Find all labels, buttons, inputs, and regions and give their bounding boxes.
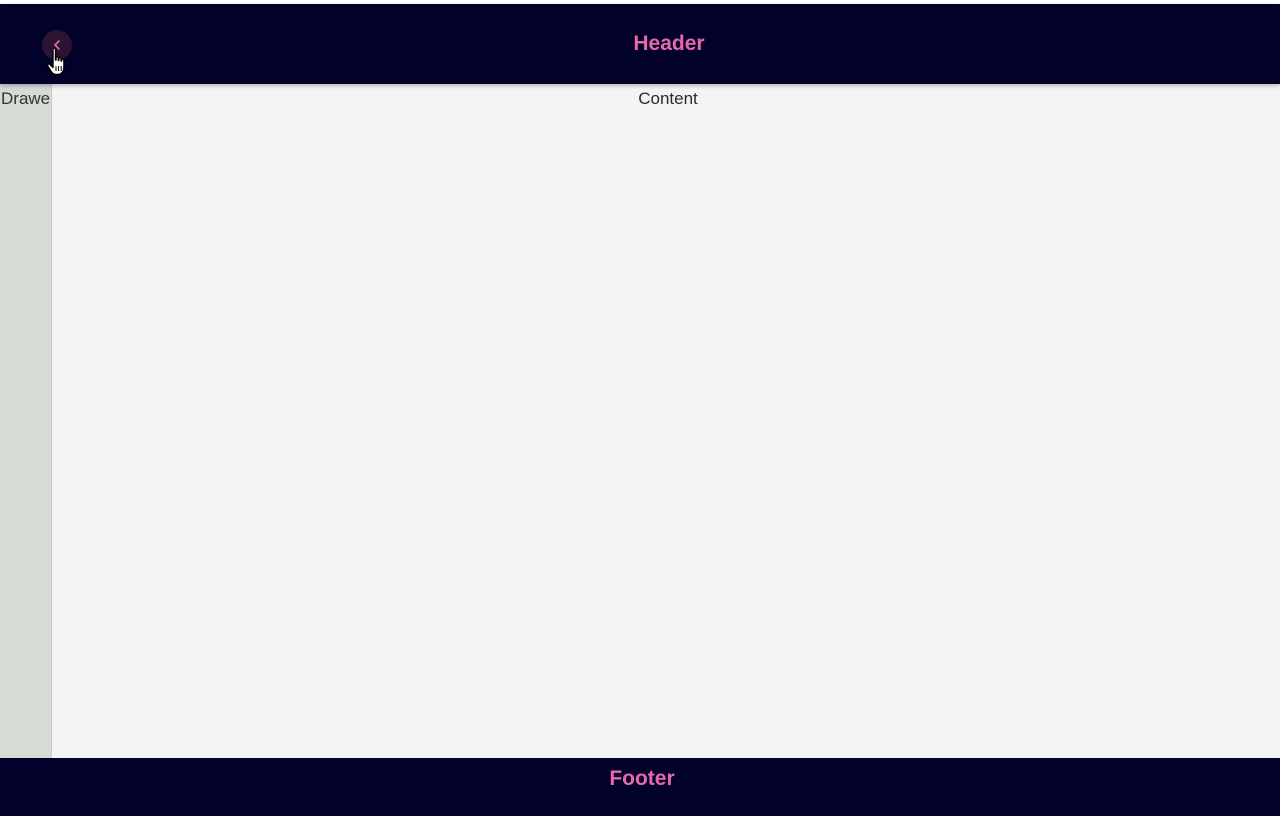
content-label: Content (638, 89, 698, 108)
hand-pointer-icon (46, 47, 65, 76)
app-layout: Header Drawer Content Footer (0, 0, 1280, 816)
drawer-label: Drawer (1, 89, 52, 108)
side-drawer: Drawer (0, 84, 52, 758)
header-bar: Header (0, 4, 1280, 84)
main-content: Content (52, 84, 1280, 758)
header-title: Header (633, 32, 705, 55)
footer-bar: Footer (0, 758, 1280, 816)
footer-title: Footer (609, 767, 675, 790)
